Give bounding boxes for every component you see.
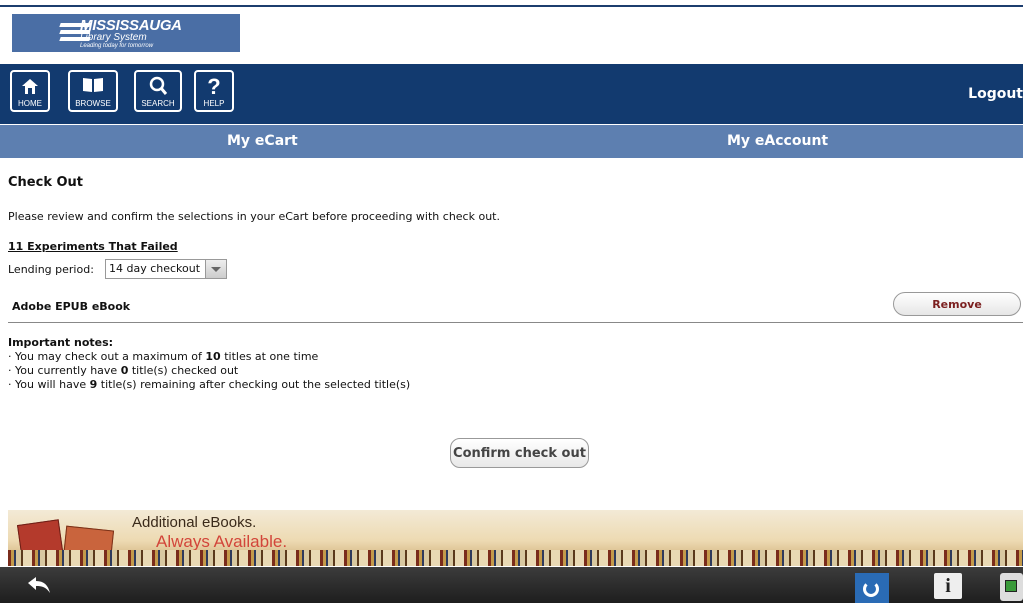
info-icon[interactable]: i (934, 573, 962, 599)
logout-link[interactable]: Logout (968, 86, 1023, 102)
browse-button-label: BROWSE (75, 99, 111, 108)
page-title: Check Out (8, 175, 84, 190)
home-button-label: HOME (18, 99, 42, 108)
confirm-checkout-button[interactable]: Confirm check out (450, 438, 589, 468)
checkout-instructions: Please review and confirm the selections… (8, 210, 500, 223)
divider (8, 322, 1023, 323)
note-max-titles: · You may check out a maximum of 10 titl… (8, 350, 319, 363)
lending-period-value: 14 day checkout (109, 262, 201, 275)
library-logo[interactable]: MISSISSAUGA Library System Leading today… (12, 14, 240, 52)
top-navbar: HOME BROWSE SEARCH ? HELP Logout (0, 64, 1023, 124)
promo-banner[interactable]: Additional eBooks. Always Available. (8, 510, 1023, 566)
banner-line-1: Additional eBooks. (132, 514, 257, 531)
book-title-link[interactable]: 11 Experiments That Failed (8, 240, 178, 253)
ebook-format: Adobe EPUB eBook (12, 300, 131, 313)
chevron-down-icon (205, 260, 226, 278)
lending-period-select[interactable]: 14 day checkout (105, 259, 227, 279)
search-button-label: SEARCH (141, 99, 175, 108)
book-icon (83, 78, 103, 92)
system-bar: i (0, 567, 1023, 603)
account-tabbar: My eCart My eAccount (0, 125, 1023, 158)
bookshelf-illustration (8, 550, 1023, 566)
device-icon[interactable] (1000, 573, 1023, 601)
tab-my-eaccount[interactable]: My eAccount (727, 133, 828, 149)
note-checked-out: · You currently have 0 title(s) checked … (8, 364, 239, 377)
back-button[interactable] (26, 575, 52, 599)
top-border (0, 5, 1023, 7)
logo-mark-icon (59, 19, 100, 47)
help-button[interactable]: ? HELP (194, 70, 234, 112)
important-notes: Important notes: · You may check out a m… (8, 336, 410, 392)
home-icon (22, 79, 38, 94)
home-button[interactable]: HOME (10, 70, 50, 112)
overdrive-icon[interactable] (855, 573, 889, 603)
search-button[interactable]: SEARCH (134, 70, 182, 112)
browse-button[interactable]: BROWSE (68, 70, 118, 112)
tab-my-ecart[interactable]: My eCart (227, 133, 298, 149)
note-remaining: · You will have 9 title(s) remaining aft… (8, 378, 411, 391)
lending-period-label: Lending period: (8, 263, 94, 276)
back-arrow-icon (28, 577, 50, 593)
svg-text:?: ? (207, 76, 220, 98)
notes-heading: Important notes: (8, 336, 114, 349)
search-icon (149, 76, 168, 95)
help-icon: ? (207, 76, 220, 98)
help-button-label: HELP (203, 99, 225, 108)
banner-line-2: Always Available. (156, 532, 288, 551)
remove-button[interactable]: Remove (893, 292, 1021, 316)
